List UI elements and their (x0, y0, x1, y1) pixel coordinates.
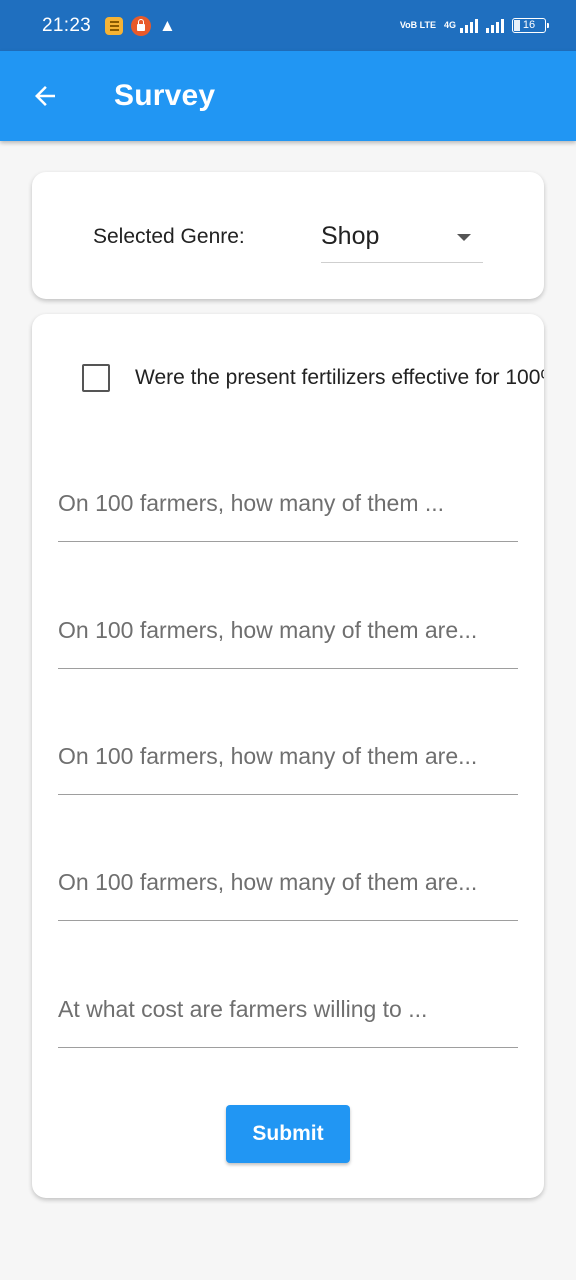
genre-dropdown[interactable]: Shop (321, 217, 483, 263)
volte-indicator: VoB LTE (399, 20, 436, 30)
status-time: 21:23 (42, 14, 92, 36)
survey-field-2[interactable]: On 100 farmers, how many of them are... (58, 599, 518, 669)
notification-icons: ▲ (105, 15, 176, 36)
genre-label: Selected Genre: (93, 225, 245, 248)
survey-field-1-placeholder: On 100 farmers, how many of them ... (58, 490, 445, 516)
back-arrow-icon (35, 86, 55, 106)
fertilizer-effective-checkbox[interactable] (82, 364, 110, 392)
genre-card: Selected Genre: Shop (32, 172, 544, 299)
survey-field-4-placeholder: On 100 farmers, how many of them are... (58, 869, 478, 895)
survey-field-1[interactable]: On 100 farmers, how many of them ... (58, 472, 518, 542)
signal-icon (460, 18, 478, 33)
survey-field-5-placeholder: At what cost are farmers willing to ... (58, 996, 428, 1022)
survey-field-2-placeholder: On 100 farmers, how many of them are... (58, 617, 478, 643)
back-button[interactable] (18, 69, 72, 123)
page-title: Survey (114, 79, 216, 112)
app-bar: Survey (0, 51, 576, 141)
status-indicators: VoB LTE 4G 16 (399, 18, 549, 33)
lock-notification-icon (131, 15, 152, 36)
survey-field-5[interactable]: At what cost are farmers willing to ... (58, 978, 518, 1048)
survey-field-3-placeholder: On 100 farmers, how many of them are... (58, 743, 478, 769)
warning-icon: ▲ (159, 16, 176, 35)
dropdown-caret-icon (457, 234, 471, 241)
battery-level: 16 (522, 19, 536, 31)
notes-notification-icon (105, 16, 124, 35)
battery-icon: 16 (512, 18, 549, 33)
signal-icon-2 (486, 18, 504, 33)
survey-form-card: Were the present fertilizers effective f… (32, 314, 544, 1198)
survey-field-3[interactable]: On 100 farmers, how many of them are... (58, 725, 518, 795)
checkbox-label: Were the present fertilizers effective f… (135, 366, 544, 389)
fertilizer-effective-checkbox-row[interactable]: Were the present fertilizers effective f… (82, 364, 544, 394)
submit-button[interactable]: Submit (226, 1105, 350, 1163)
network-type: 4G (443, 20, 456, 30)
survey-field-4[interactable]: On 100 farmers, how many of them are... (58, 851, 518, 921)
status-bar: 21:23 ▲ VoB LTE 4G 16 (0, 0, 576, 51)
genre-selected-value: Shop (321, 222, 380, 250)
